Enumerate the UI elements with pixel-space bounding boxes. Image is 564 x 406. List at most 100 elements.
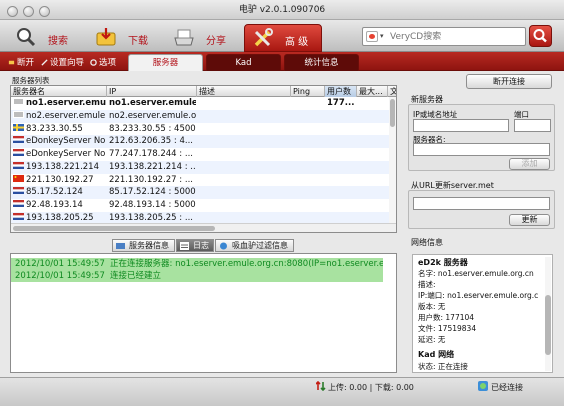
- ip-address-input[interactable]: [413, 119, 509, 132]
- search-go-button[interactable]: [529, 25, 552, 47]
- table-cell-ip: 212.63.206.35 : 4...: [109, 135, 196, 148]
- disconnect-label: 断开: [17, 58, 35, 68]
- column-header-description[interactable]: 描述: [197, 86, 291, 97]
- network-info-line: 延迟: 无: [418, 335, 446, 344]
- column-header-ip[interactable]: IP: [107, 86, 197, 97]
- table-horizontal-scrollbar[interactable]: [11, 223, 396, 232]
- table-cell-ip: no2.eserver.emule.org...: [109, 110, 196, 123]
- flag-icon: [13, 161, 24, 169]
- flag-icon: [13, 174, 24, 182]
- verycd-search-box: ▾: [362, 27, 526, 46]
- close-window-icon[interactable]: [7, 6, 18, 17]
- verycd-icon[interactable]: [366, 31, 378, 42]
- add-server-button[interactable]: 添加: [509, 158, 550, 170]
- table-row[interactable]: 193.138.221.214 193.138.221.214 : ...: [11, 160, 396, 174]
- column-header-max-users[interactable]: 最大...: [357, 86, 388, 97]
- table-cell-name: 221.130.192.27: [13, 174, 106, 187]
- flag-icon: [13, 97, 24, 105]
- options-link[interactable]: 选项: [90, 56, 116, 68]
- url-update-group: 更新: [408, 190, 555, 229]
- column-header-name[interactable]: 服务器名: [11, 86, 107, 97]
- tools-icon: [254, 28, 273, 47]
- tab-server-info-label: 服务器信息: [129, 241, 169, 250]
- advanced-tab-button[interactable]: 高 级: [244, 24, 322, 52]
- column-header-users[interactable]: 用户数: [325, 86, 357, 97]
- network-info-title: 网络信息: [411, 238, 443, 247]
- search-tab-button[interactable]: 搜索: [8, 24, 84, 52]
- tab-server[interactable]: 服务器: [128, 54, 203, 71]
- table-cell-name: 83.233.30.55: [13, 123, 106, 136]
- zoom-window-icon[interactable]: [39, 6, 50, 17]
- column-header-ping[interactable]: Ping: [291, 86, 325, 97]
- cell-text: no1.eserver.emule.org...: [109, 98, 196, 108]
- download-box-icon: [96, 28, 116, 46]
- table-cell-name: 85.17.52.124: [13, 186, 106, 199]
- cell-text: no2.eserver.emule...: [26, 110, 106, 121]
- scroll-thumb[interactable]: [13, 226, 215, 231]
- network-info-panel[interactable]: eD2k 服务器 名字: no1.eserver.emule.org.cn 描述…: [412, 254, 553, 373]
- cell-text: 193.138.221.214 : ...: [109, 161, 196, 172]
- disconnect-link[interactable]: 断开: [8, 56, 34, 68]
- log-time: 2012/10/01 15:49:57: [15, 271, 105, 281]
- column-header-files[interactable]: 文: [388, 86, 396, 97]
- cell-text: 193.138.205.25: [26, 212, 94, 223]
- cell-text: 83.233.30.55 : 4500: [109, 123, 196, 134]
- tab-server-info[interactable]: 服务器信息: [112, 239, 175, 252]
- table-row[interactable]: 83.233.30.55 83.233.30.55 : 4500: [11, 123, 396, 136]
- share-tab-button[interactable]: 分享: [166, 24, 242, 52]
- table-row[interactable]: eDonkeyServer No1 77.247.178.244 : ...: [11, 148, 396, 161]
- log-view[interactable]: 2012/10/01 15:49:57 正在连接服务器: no1.eserver…: [10, 253, 397, 373]
- network-info-line: IP:端口: no1.eserver.emule.org.c: [418, 291, 539, 300]
- minimize-window-icon[interactable]: [23, 6, 34, 17]
- cell-text: 85.17.52.124 : 5000: [109, 187, 196, 198]
- server-met-url-input[interactable]: [413, 197, 550, 210]
- download-tab-button[interactable]: 下载: [88, 24, 164, 52]
- connection-status: 已经连接: [491, 383, 523, 392]
- chevron-down-icon[interactable]: ▾: [380, 32, 384, 40]
- network-info-scrollbar[interactable]: [545, 257, 551, 371]
- scroll-thumb[interactable]: [390, 99, 395, 127]
- table-row[interactable]: 85.17.52.124 85.17.52.124 : 5000: [11, 186, 396, 199]
- disconnect-button[interactable]: 断开连接: [466, 74, 552, 89]
- flag-icon: [13, 148, 24, 156]
- globe-icon: [478, 381, 488, 391]
- cell-text: 92.48.193.14: [26, 200, 83, 210]
- table-row[interactable]: 92.48.193.14 92.48.193.14 : 5000: [11, 199, 396, 212]
- table-row[interactable]: 221.130.192.27 221.130.192.27 : ...: [11, 174, 396, 187]
- kad-header: Kad 网络: [418, 350, 455, 359]
- tab-log[interactable]: 日志: [176, 239, 214, 252]
- update-button[interactable]: 更新: [509, 214, 550, 226]
- log-message: 连接已经建立: [110, 271, 162, 281]
- tab-leecher-filter[interactable]: 吸血驴过滤信息: [215, 239, 294, 252]
- log-message: 正在连接服务器: no1.eserver.emule.org.cn:8080(I…: [110, 259, 383, 269]
- flag-icon: [13, 123, 24, 131]
- table-cell-name: eDonkeyServer No1: [13, 148, 106, 161]
- table-row[interactable]: no2.eserver.emule...no2.eserver.emule.or…: [11, 109, 396, 123]
- search-tab-label: 搜索: [48, 36, 68, 47]
- log-entry: 2012/10/01 15:49:57 连接已经建立: [11, 270, 383, 282]
- cell-text: no1.eserver.emule...: [26, 98, 106, 108]
- table-row[interactable]: no1.eserver.emule...no1.eserver.emule.or…: [11, 97, 396, 110]
- setup-wizard-link[interactable]: 设置向导: [41, 56, 84, 68]
- scroll-thumb[interactable]: [545, 295, 551, 355]
- verycd-search-input[interactable]: [390, 30, 522, 43]
- table-vertical-scrollbar[interactable]: [389, 97, 396, 225]
- server-name-input[interactable]: [413, 143, 550, 156]
- tab-kad[interactable]: Kad: [206, 54, 281, 71]
- flag-icon: [13, 186, 24, 195]
- tab-statistics[interactable]: 统计信息: [284, 54, 359, 71]
- log-entry: 2012/10/01 15:49:57 正在连接服务器: no1.eserver…: [11, 258, 383, 270]
- server-list-table[interactable]: 服务器名 IP 描述 Ping 用户数 最大... 文 no1.eserver.…: [10, 85, 397, 233]
- table-row[interactable]: eDonkeyServer No2 212.63.206.35 : 4...: [11, 135, 396, 148]
- transfer-rate: 上传: 0.00 | 下载: 0.00: [328, 383, 414, 392]
- tab-log-label: 日志: [193, 241, 209, 250]
- cell-text: 177...: [327, 98, 355, 108]
- port-input[interactable]: [514, 119, 551, 132]
- log-icon: [180, 242, 189, 250]
- title-bar: 电驴 v2.0.1.090706: [0, 0, 564, 20]
- share-tray-icon: [174, 29, 194, 46]
- table-cell-name: no2.eserver.emule...: [13, 110, 106, 123]
- new-server-group: IP或域名地址 端口 服务器名: 添加: [408, 104, 555, 171]
- cell-text: 85.17.52.124: [26, 187, 83, 198]
- search-icon: [533, 29, 547, 43]
